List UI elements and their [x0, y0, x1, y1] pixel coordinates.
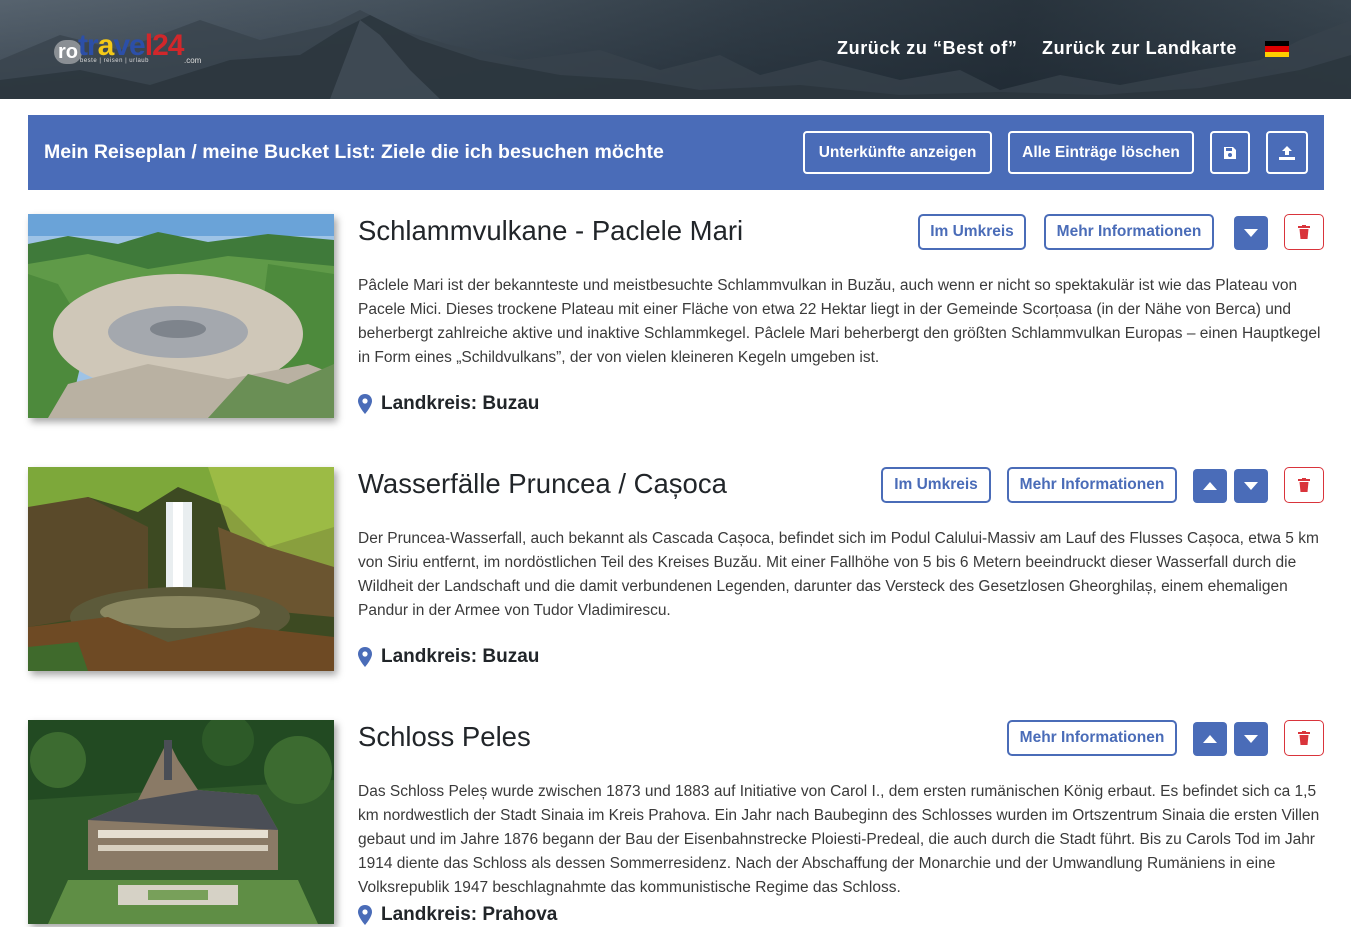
entry-description: Der Pruncea-Wasserfall, auch bekannt als… [358, 530, 1319, 619]
move-down-button[interactable] [1234, 216, 1268, 250]
more-info-button[interactable]: Mehr Informationen [1044, 214, 1214, 250]
floppy-disk-icon [1224, 146, 1236, 159]
upload-icon [1279, 145, 1295, 160]
entry-title: Schloss Peles [358, 721, 531, 752]
delete-entry-button[interactable] [1284, 214, 1324, 250]
back-to-best-of-link[interactable]: Zurück zu “Best of” [837, 37, 1017, 59]
site-logo[interactable]: ro travel24 beste | reisen | urlaub .com [44, 28, 214, 68]
more-info-button[interactable]: Mehr Informationen [1007, 720, 1177, 756]
map-pin-icon [358, 905, 372, 925]
trash-icon [1298, 478, 1310, 492]
entry-location-label: Landkreis: Buzau [381, 646, 540, 667]
map-pin-icon [358, 647, 372, 667]
german-flag-icon[interactable] [1265, 41, 1289, 57]
show-accommodations-button[interactable]: Unterkünfte anzeigen [803, 131, 992, 174]
entry-location-label: Landkreis: Buzau [381, 393, 540, 414]
entry-location: Landkreis: Prahova [358, 903, 557, 927]
logo-suffix: .com [184, 56, 202, 65]
chevron-up-icon [1203, 482, 1217, 490]
chevron-up-icon [1203, 735, 1217, 743]
chevron-down-icon [1244, 229, 1258, 237]
entry-description: Das Schloss Peleș wurde zwischen 1873 un… [358, 783, 1320, 896]
nearby-button[interactable]: Im Umkreis [881, 467, 991, 503]
more-info-button[interactable]: Mehr Informationen [1007, 467, 1177, 503]
entry-image-castle[interactable] [28, 720, 334, 924]
entry-location: Landkreis: Buzau [358, 645, 539, 669]
site-header: ro travel24 beste | reisen | urlaub .com… [0, 0, 1351, 99]
entry-description: Pâclele Mari ist der bekannteste und mei… [358, 277, 1321, 366]
entry-title: Wasserfälle Pruncea / Cașoca [358, 468, 727, 499]
bucket-list-entry: Schloss Peles Mehr Informationen Das Sch… [28, 720, 1324, 927]
delete-entry-button[interactable] [1284, 720, 1324, 756]
travel-plan-bar: Mein Reiseplan / meine Bucket List: Ziel… [28, 115, 1324, 190]
plan-title: Mein Reiseplan / meine Bucket List: Ziel… [44, 141, 664, 163]
bucket-list-entry: Wasserfälle Pruncea / Cașoca Im Umkreis … [28, 467, 1324, 677]
upload-button[interactable] [1266, 131, 1308, 174]
back-to-map-link[interactable]: Zurück zur Landkarte [1042, 37, 1237, 59]
move-up-button[interactable] [1193, 722, 1227, 756]
bucket-list-entry: Schlammvulkane - Paclele Mari Im Umkreis… [28, 214, 1324, 424]
map-pin-icon [358, 394, 372, 414]
entry-location-label: Landkreis: Prahova [381, 904, 558, 925]
clear-all-button[interactable]: Alle Einträge löschen [1008, 131, 1194, 174]
nearby-button[interactable]: Im Umkreis [918, 214, 1026, 250]
move-down-button[interactable] [1234, 469, 1268, 503]
move-up-button[interactable] [1193, 469, 1227, 503]
trash-icon [1298, 225, 1310, 239]
delete-entry-button[interactable] [1284, 467, 1324, 503]
entry-location: Landkreis: Buzau [358, 392, 539, 416]
save-button[interactable] [1210, 131, 1250, 174]
entry-image-waterfall[interactable] [28, 467, 334, 671]
trash-icon [1298, 731, 1310, 745]
chevron-down-icon [1244, 735, 1258, 743]
entry-image-mud-volcano[interactable] [28, 214, 334, 418]
move-down-button[interactable] [1234, 722, 1268, 756]
entry-title: Schlammvulkane - Paclele Mari [358, 215, 744, 246]
logo-tagline: beste | reisen | urlaub [80, 58, 149, 64]
chevron-down-icon [1244, 482, 1258, 490]
